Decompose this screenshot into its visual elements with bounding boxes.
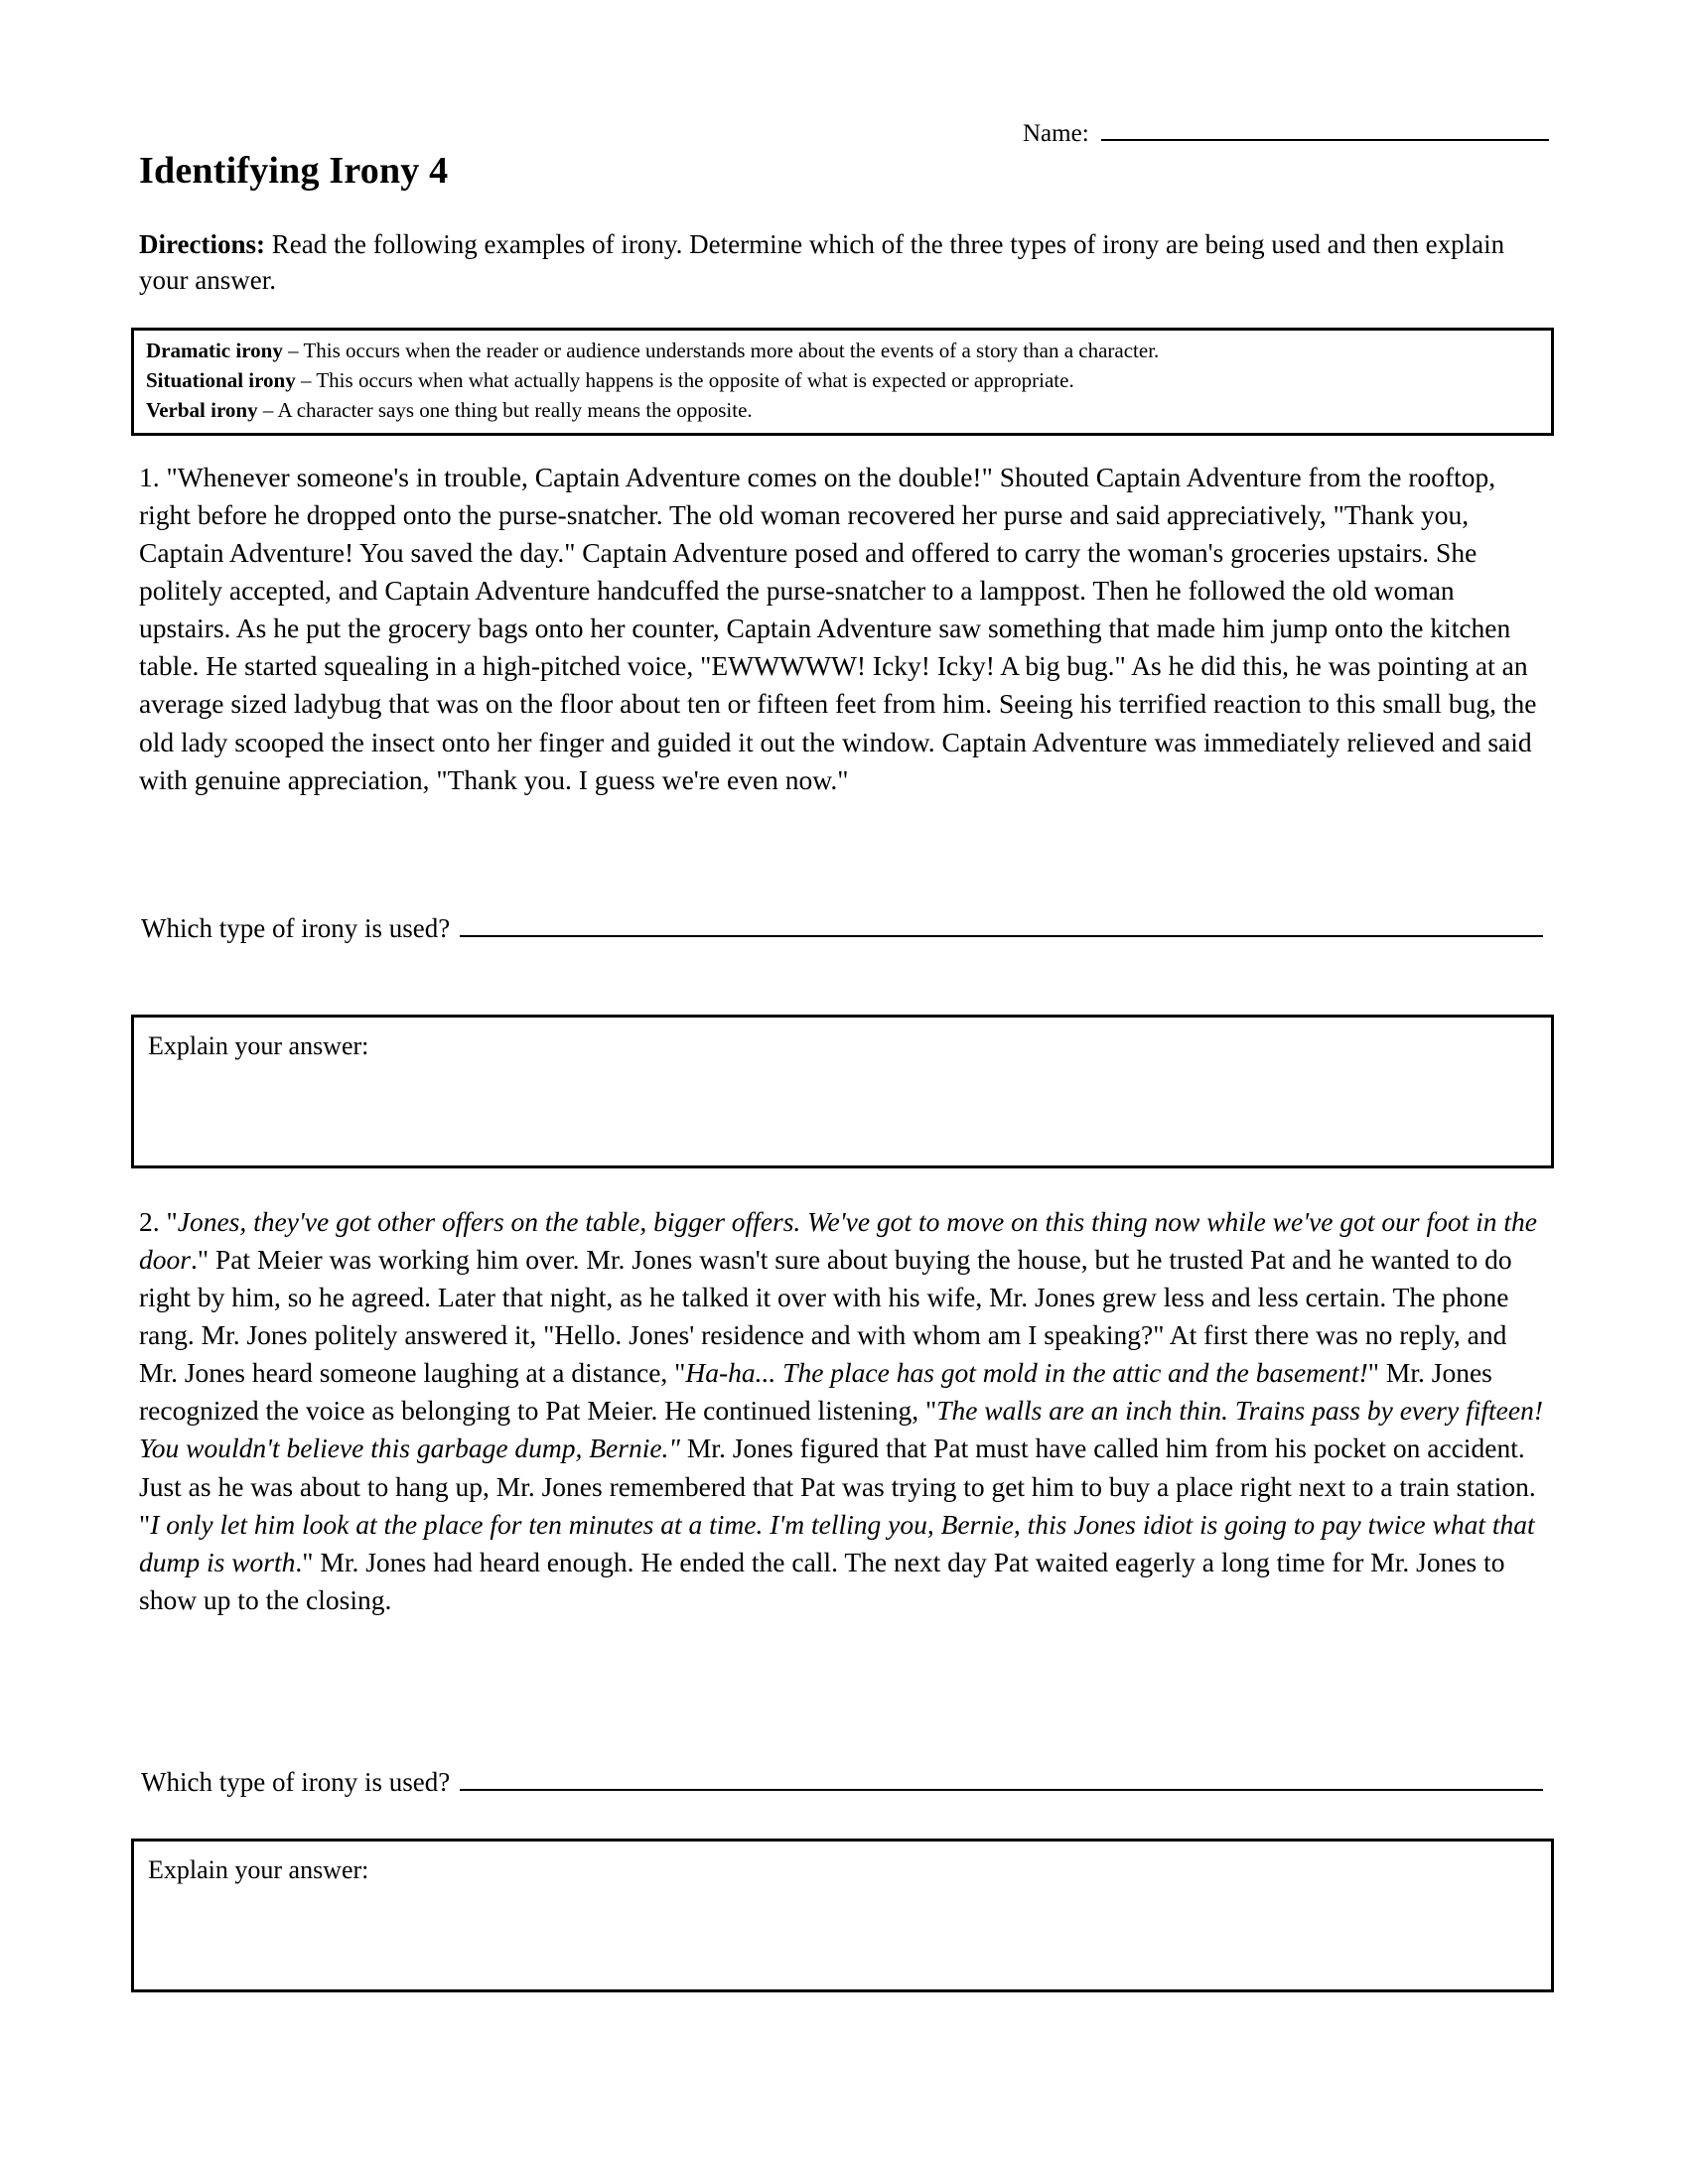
definition-text-verbal: A character says one thing but really me… (277, 397, 753, 422)
question-2-segment-3: Ha-ha... The place has got mold in the a… (685, 1357, 1368, 1389)
definition-dash-verbal: – (257, 397, 278, 422)
question-1-prompt-label: Which type of irony is used? (141, 913, 451, 943)
question-2-segment-0: " (159, 1206, 178, 1237)
question-1-explain-box[interactable]: Explain your answer: (131, 1015, 1554, 1168)
question-1-answer-line[interactable] (460, 915, 1543, 937)
directions-paragraph: Directions: Read the following examples … (139, 226, 1539, 298)
definition-text-situational: This occurs when what actually happens i… (316, 367, 1074, 392)
definition-dash-dramatic: – (282, 339, 304, 362)
question-2-answer-line[interactable] (460, 1769, 1543, 1791)
question-2-number: 2. (139, 1206, 160, 1237)
question-2-prompt-row: Which type of irony is used? (141, 1767, 1543, 1798)
definition-term-dramatic: Dramatic irony (146, 339, 283, 362)
definition-dramatic: Dramatic irony – This occurs when the re… (146, 337, 1541, 366)
question-2-explain-label: Explain your answer: (148, 1855, 369, 1884)
directions-text: Read the following examples of irony. De… (139, 229, 1505, 296)
irony-definitions-box: Dramatic irony – This occurs when the re… (131, 328, 1554, 437)
page-title: Identifying Irony 4 (139, 150, 449, 192)
name-input-line[interactable] (1100, 117, 1549, 141)
directions-label: Directions: (139, 229, 265, 259)
question-2-passage: 2. "Jones, they've got other offers on t… (139, 1203, 1544, 1619)
question-1-number: 1. (139, 462, 160, 492)
definition-term-situational: Situational irony (146, 367, 296, 392)
question-1-prompt-row: Which type of irony is used? (141, 913, 1543, 944)
question-2-prompt-label: Which type of irony is used? (141, 1767, 451, 1797)
name-field-row: Name: (1023, 117, 1549, 148)
question-2-text: "Jones, they've got other offers on the … (139, 1206, 1543, 1615)
question-1-text: "Whenever someone's in trouble, Captain … (139, 462, 1537, 795)
definition-situational: Situational irony – This occurs when wha… (146, 366, 1541, 396)
question-1-passage: 1. "Whenever someone's in trouble, Capta… (139, 459, 1544, 799)
question-2-segment-8: ." Mr. Jones had heard enough. He ended … (139, 1546, 1505, 1615)
question-2-explain-box[interactable]: Explain your answer: (131, 1839, 1554, 1992)
definition-verbal: Verbal irony – A character says one thin… (146, 396, 1541, 426)
question-1-explain-label: Explain your answer: (148, 1031, 369, 1060)
definition-text-dramatic: This occurs when the reader or audience … (303, 339, 1160, 362)
worksheet-page: Name: Identifying Irony 4 Directions: Re… (0, 0, 1688, 2184)
definition-term-verbal: Verbal irony (146, 397, 258, 422)
definition-dash-situational: – (295, 367, 317, 392)
name-label: Name: (1023, 120, 1089, 147)
